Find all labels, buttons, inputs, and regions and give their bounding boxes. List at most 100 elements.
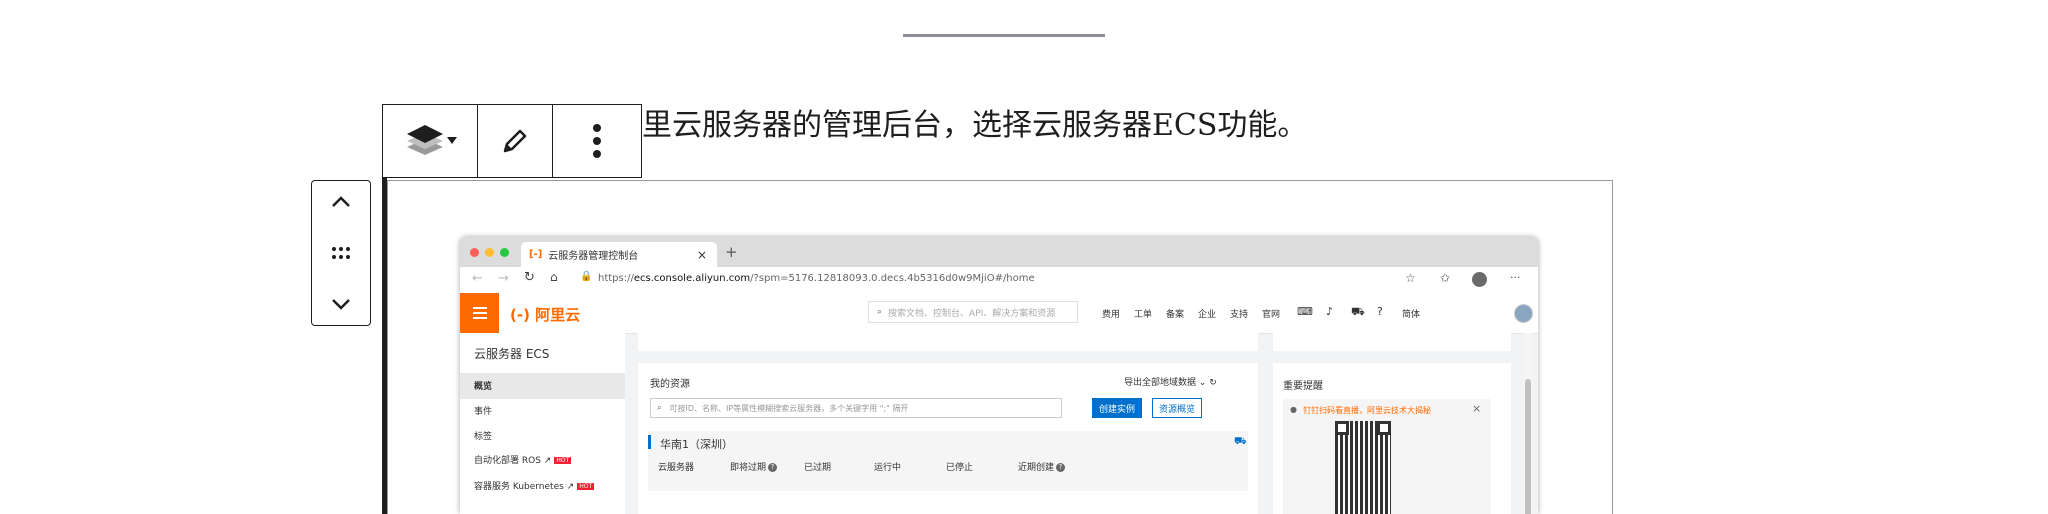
menu-icon xyxy=(460,293,499,333)
drag-handle-icon[interactable] xyxy=(330,245,352,261)
sidebar-item-events: 事件 xyxy=(474,407,493,417)
url-path: /?spm=5176.12818093.0.decs.4b5316d0w9Mji… xyxy=(750,273,1035,284)
nav-ticket: 工单 xyxy=(1134,310,1153,320)
region-label: 华南1（深圳） xyxy=(660,438,733,451)
new-tab-icon: + xyxy=(725,243,738,261)
console-top-nav: (-) 阿里云 ⌕ 搜索文档、控制台、API、解决方案和资源 费用 工单 备案 … xyxy=(460,293,1538,334)
sidebar-item-tags: 标签 xyxy=(474,432,493,442)
cart-icon: ⛟ xyxy=(1234,436,1247,447)
close-icon: × xyxy=(1472,402,1482,415)
col-stopped: 已停止 xyxy=(946,463,974,473)
sidebar-item-overview: 概览 xyxy=(474,382,493,392)
reminder-panel: 重要提醒 ● 钉钉扫码看直播，阿里云技术大揭秘 × xyxy=(1273,363,1511,514)
search-icon: ⌕ xyxy=(877,307,883,317)
more-vertical-icon xyxy=(593,124,601,158)
block-mover xyxy=(311,180,371,326)
col-recent-label: 近期创建 xyxy=(1018,463,1055,473)
top-right-panel xyxy=(1273,333,1511,351)
info-icon: ● xyxy=(1290,405,1297,414)
user-avatar xyxy=(1514,304,1533,323)
create-instance-button: 创建实例 xyxy=(1092,398,1142,418)
forward-icon: → xyxy=(498,271,509,286)
resource-overview-button: 资源概览 xyxy=(1152,398,1202,418)
profile-avatar xyxy=(1472,272,1487,287)
aliyun-logo: (-) 阿里云 xyxy=(510,306,581,324)
nav-language: 简体 xyxy=(1402,310,1421,320)
col-expiring: 即将过期? xyxy=(730,460,778,473)
col-running: 运行中 xyxy=(874,463,902,473)
sidebar-title: 云服务器 ECS xyxy=(474,347,550,361)
sidebar-item-ros-label: 自动化部署 ROS xyxy=(474,456,541,466)
col-recent: 近期创建? xyxy=(1018,460,1066,473)
nav-official: 官网 xyxy=(1262,310,1281,320)
console-search-input: ⌕ 搜索文档、控制台、API、解决方案和资源 xyxy=(868,301,1078,323)
col-expiring-label: 即将过期 xyxy=(730,463,767,473)
more-options-button[interactable] xyxy=(553,105,641,177)
search-placeholder: 搜索文档、控制台、API、解决方案和资源 xyxy=(888,308,1056,319)
logo-text: 阿里云 xyxy=(535,306,581,324)
url-host: ecs.console.aliyun.com xyxy=(633,273,751,284)
move-up-icon[interactable] xyxy=(330,195,352,209)
lock-icon: 🔒 xyxy=(580,271,593,282)
close-window-dot xyxy=(470,248,479,257)
maximize-window-dot xyxy=(500,248,509,257)
sidebar-item-kubernetes: 容器服务 Kubernetes ↗ HOT xyxy=(474,482,595,492)
horizontal-separator xyxy=(903,34,1105,37)
block-toolbar xyxy=(382,104,642,178)
address-bar: ← → ↻ ⌂ 🔒 https://ecs.console.aliyun.com… xyxy=(460,267,1538,294)
back-icon: ← xyxy=(472,271,483,286)
help-icon: ? xyxy=(768,463,778,472)
favorite-star-icon: ☆ xyxy=(1405,271,1416,285)
tab-close-icon: × xyxy=(696,247,707,262)
paragraph-text[interactable]: 里云服务器的管理后台，选择云服务器ECS功能。 xyxy=(642,100,1307,144)
export-link: 导出全部地域数据 ⌄ ↻ xyxy=(1124,378,1217,388)
reminder-card: ● 钉钉扫码看直播，阿里云技术大揭秘 × xyxy=(1283,399,1491,514)
block-type-button[interactable] xyxy=(383,105,478,177)
aliyun-favicon: [-] xyxy=(529,249,543,260)
qr-code xyxy=(1335,421,1391,514)
scrollbar-thumb xyxy=(1525,379,1531,514)
region-indicator xyxy=(648,435,651,449)
nav-filing: 备案 xyxy=(1166,310,1185,320)
bell-icon: ♪ xyxy=(1326,305,1334,318)
browser-menu-icon: ··· xyxy=(1510,271,1521,284)
browser-tab-bar: [-] 云服务器管理控制台 × + xyxy=(460,237,1538,267)
help-icon: ? xyxy=(1377,305,1383,318)
resource-search-input: ⌕ 可按ID、名称、IP等属性模糊搜索云服务器，多个关键字用 ";" 隔开 xyxy=(650,398,1062,418)
export-label: 导出全部地域数据 xyxy=(1124,378,1197,388)
sidebar-item-kubernetes-label: 容器服务 Kubernetes xyxy=(474,482,564,492)
hot-badge: HOT xyxy=(554,457,572,464)
top-panel xyxy=(638,333,1258,351)
console-sidebar: 云服务器 ECS 概览 事件 标签 自动化部署 ROS ↗ HOT 容器服务 Ku… xyxy=(460,333,625,514)
favorites-icon: ✩ xyxy=(1440,271,1451,285)
nav-support: 支持 xyxy=(1230,310,1249,320)
pencil-icon xyxy=(503,129,527,153)
hot-badge: HOT xyxy=(577,483,595,490)
search-icon: ⌕ xyxy=(657,403,662,412)
resources-panel: 我的资源 导出全部地域数据 ⌄ ↻ ⌕ 可按ID、名称、IP等属性模糊搜索云服务… xyxy=(638,363,1258,514)
scrollbar xyxy=(1524,333,1532,514)
help-icon: ? xyxy=(1056,463,1066,472)
edit-button[interactable] xyxy=(478,105,553,177)
terminal-icon: ⌨ xyxy=(1297,305,1313,318)
browser-tab: [-] 云服务器管理控制台 × xyxy=(521,242,717,267)
resources-title: 我的资源 xyxy=(650,379,690,390)
layers-icon xyxy=(407,125,457,155)
move-down-icon[interactable] xyxy=(330,297,352,311)
reminder-notice: 钉钉扫码看直播，阿里云技术大揭秘 xyxy=(1303,406,1431,415)
reload-icon: ↻ xyxy=(524,270,535,285)
cart-icon: ⛟ xyxy=(1351,305,1365,318)
sidebar-item-ros: 自动化部署 ROS ↗ HOT xyxy=(474,456,572,466)
url-text: https://ecs.console.aliyun.com/?spm=5176… xyxy=(598,273,1035,284)
nav-fees: 费用 xyxy=(1102,310,1121,320)
url-prefix: https:// xyxy=(598,273,634,284)
reminder-title: 重要提醒 xyxy=(1283,381,1323,392)
minimize-window-dot xyxy=(485,248,494,257)
home-icon: ⌂ xyxy=(550,270,558,284)
screenshot-browser-window: [-] 云服务器管理控制台 × + ← → ↻ ⌂ 🔒 https://ecs.… xyxy=(460,237,1538,514)
col-servers: 云服务器 xyxy=(658,463,695,473)
col-expired: 已过期 xyxy=(804,463,832,473)
nav-enterprise: 企业 xyxy=(1198,310,1217,320)
tab-title: 云服务器管理控制台 xyxy=(548,251,639,262)
resource-search-placeholder: 可按ID、名称、IP等属性模糊搜索云服务器，多个关键字用 ";" 隔开 xyxy=(669,403,909,413)
